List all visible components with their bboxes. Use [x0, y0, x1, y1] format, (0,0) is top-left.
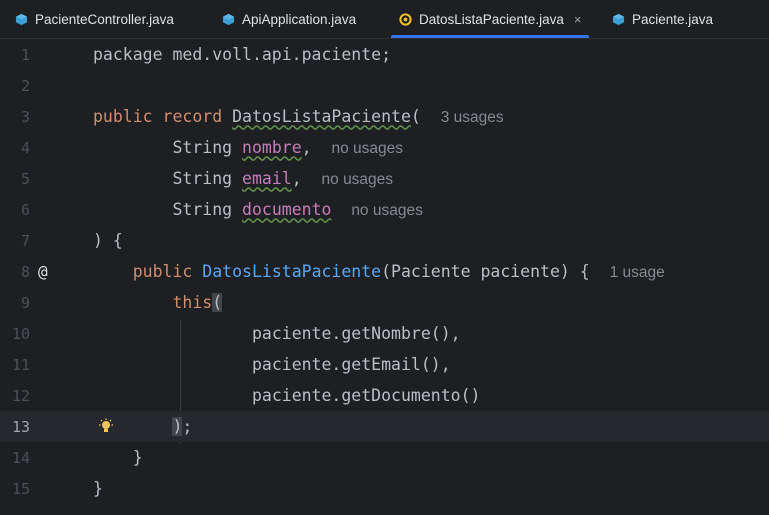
argument-text: paciente.getNombre(),	[251, 324, 461, 343]
record-declaration: public record DatosListaPaciente( 3 usag…	[93, 107, 504, 127]
line-number: 11	[11, 355, 30, 374]
record-close: }	[93, 479, 103, 498]
line-number: 2	[20, 76, 30, 95]
keyword: public	[132, 261, 193, 281]
type: String	[172, 137, 233, 157]
usages-hint[interactable]: 3 usages	[441, 109, 504, 126]
paren: (	[410, 106, 421, 126]
usages-hint[interactable]: 1 usage	[610, 264, 665, 281]
this-call-close: );	[93, 417, 192, 436]
editor-tab-bar: PacienteController.java ApiApplication.j…	[0, 0, 769, 39]
constructor-params: (Paciente paciente) {	[381, 261, 590, 281]
line-number: 5	[20, 169, 30, 188]
current-code-line: 13 );	[0, 411, 769, 442]
matched-paren: (	[212, 293, 223, 312]
field-name: email	[242, 168, 292, 188]
line-number: 15	[11, 479, 30, 498]
code-line: 6 String documento no usages	[0, 194, 769, 225]
code-line: 2	[0, 70, 769, 101]
code-line: 1 package med.voll.api.paciente;	[0, 39, 769, 70]
tab-label: DatosListaPaciente.java	[419, 11, 564, 27]
constructor-declaration: public DatosListaPaciente(Paciente pacie…	[93, 262, 665, 282]
code-line: 8 @ public DatosListaPaciente(Paciente p…	[0, 256, 769, 287]
code-line: 7 ) {	[0, 225, 769, 256]
tab-api-application[interactable]: ApiApplication.java	[222, 0, 356, 38]
code-line: 4 String nombre, no usages	[0, 132, 769, 163]
java-class-icon	[612, 13, 625, 25]
usages-hint[interactable]: no usages	[351, 202, 423, 219]
line-number: 9	[20, 293, 30, 312]
package-declaration: package med.voll.api.paciente;	[93, 45, 392, 64]
close-tab-icon[interactable]: ×	[574, 12, 582, 27]
tab-label: Paciente.java	[632, 11, 714, 27]
constructor-close: }	[93, 448, 143, 467]
code-line: 5 String email, no usages	[0, 163, 769, 194]
usages-hint[interactable]: no usages	[331, 140, 403, 157]
line-number: 10	[11, 324, 30, 343]
line-number: 1	[20, 45, 30, 64]
java-class-icon	[15, 13, 28, 25]
brace: }	[132, 448, 143, 467]
record-body-open: ) {	[93, 231, 123, 250]
line-number: 7	[20, 231, 30, 250]
tab-datos-lista-paciente[interactable]: DatosListaPaciente.java ×	[391, 0, 590, 38]
line-number: 6	[20, 200, 30, 219]
usages-hint[interactable]: no usages	[322, 171, 394, 188]
code-line: 11 paciente.getEmail(),	[0, 349, 769, 380]
java-class-icon	[222, 13, 235, 25]
this-call: this(	[93, 293, 223, 312]
line-number: 12	[11, 386, 30, 405]
comma: ,	[301, 137, 312, 157]
line-number: 8	[20, 262, 30, 281]
matched-paren: )	[172, 417, 183, 436]
semicolon: ;	[182, 417, 193, 436]
argument-text: paciente.getEmail(),	[251, 355, 451, 374]
field-name: nombre	[242, 137, 302, 157]
keyword: record	[162, 106, 223, 126]
record-name: DatosListaPaciente	[232, 106, 411, 126]
field-name: documento	[242, 199, 332, 219]
keyword: public	[93, 106, 153, 126]
comma: ,	[291, 168, 302, 188]
line-number: 13	[11, 417, 30, 436]
tab-label: ApiApplication.java	[242, 11, 357, 27]
code-editor[interactable]: 1 package med.voll.api.paciente; 2 3 pub…	[0, 39, 769, 515]
tab-paciente[interactable]: Paciente.java	[612, 0, 713, 38]
keyword: this	[172, 293, 213, 312]
type: String	[172, 199, 233, 219]
line-number: 14	[11, 448, 30, 467]
argument: paciente.getNombre(),	[93, 324, 461, 343]
constructor-name: DatosListaPaciente	[202, 261, 382, 281]
tab-paciente-controller[interactable]: PacienteController.java	[15, 0, 174, 38]
code-line: 10 paciente.getNombre(),	[0, 318, 769, 349]
code-line: 12 paciente.getDocumento()	[0, 380, 769, 411]
line-number: 3	[20, 107, 30, 126]
record-component: String nombre, no usages	[93, 138, 403, 158]
code-line: 14 }	[0, 442, 769, 473]
java-record-icon	[399, 12, 412, 26]
override-annotation-icon[interactable]: @	[38, 262, 48, 281]
record-component: String documento no usages	[93, 199, 423, 220]
tab-label: PacienteController.java	[35, 11, 174, 27]
argument: paciente.getDocumento()	[93, 386, 480, 405]
line-number: 4	[20, 138, 30, 157]
code-line: 15 }	[0, 473, 769, 504]
code-line: 9 this(	[0, 287, 769, 318]
argument: paciente.getEmail(),	[93, 355, 451, 374]
record-component: String email, no usages	[93, 169, 393, 189]
code-line: 3 public record DatosListaPaciente( 3 us…	[0, 101, 769, 132]
argument-text: paciente.getDocumento()	[251, 386, 481, 405]
type: String	[172, 168, 233, 188]
